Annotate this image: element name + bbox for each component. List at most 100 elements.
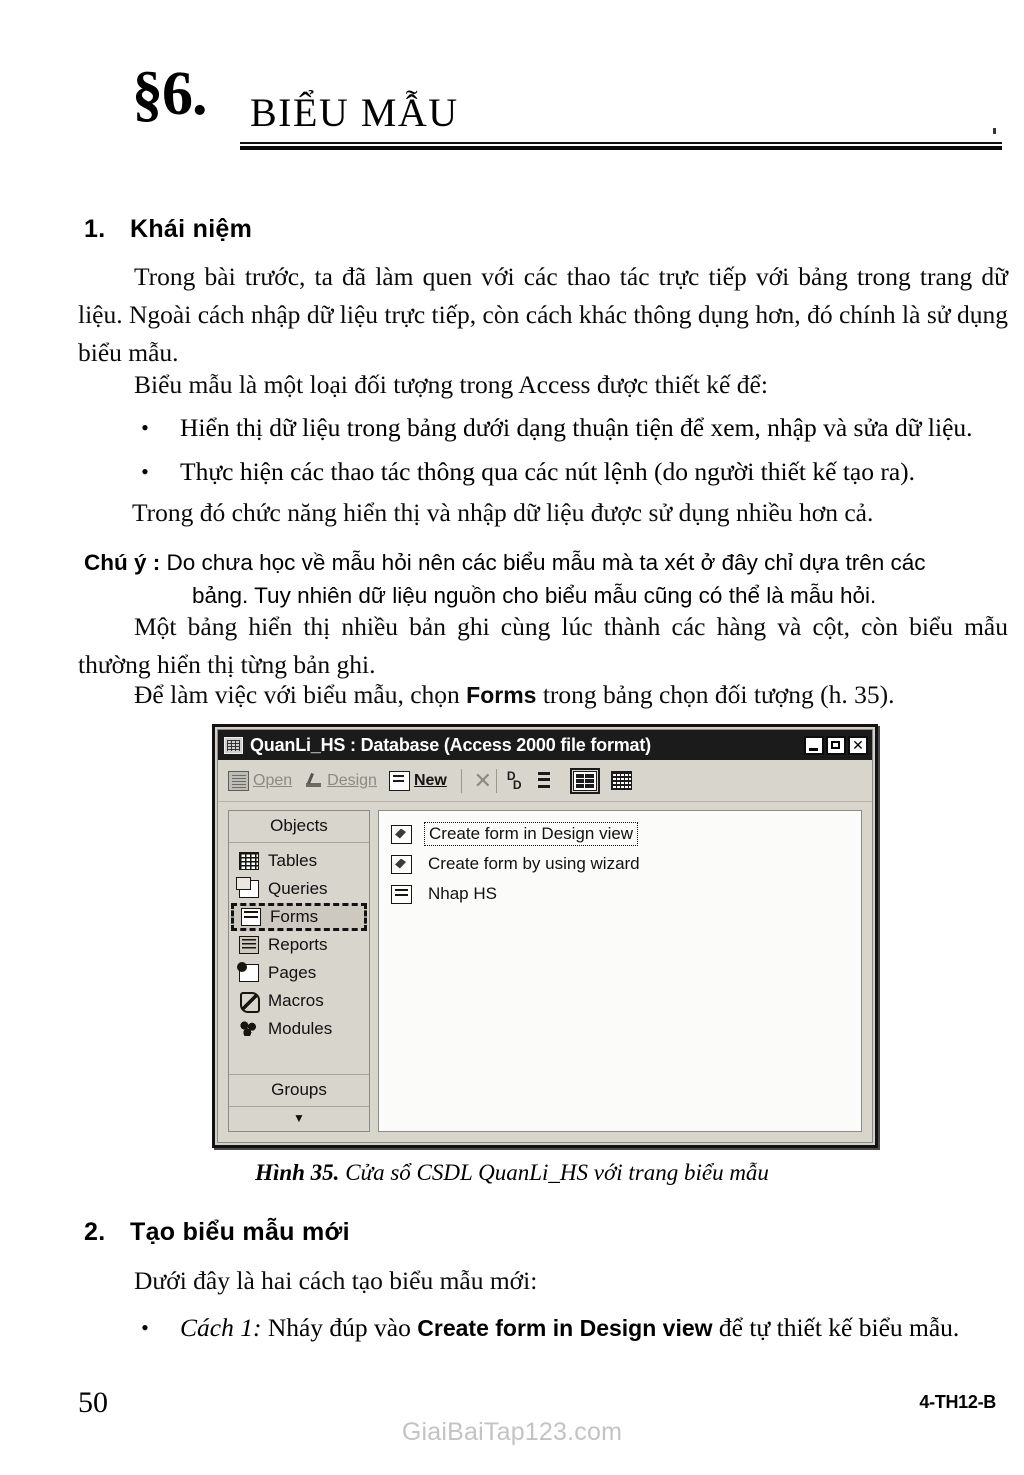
section-1-bullet-2: Thực hiện các thao tác thông qua các nút…: [180, 457, 916, 486]
objects-pane-header: Objects: [229, 811, 369, 843]
forms-keyword: Forms: [466, 682, 537, 708]
toolbar-separator: [495, 768, 497, 793]
macros-icon: [239, 992, 260, 1013]
toolbar-new-button[interactable]: New: [388, 770, 447, 791]
details-view-icon[interactable]: [610, 771, 632, 790]
pages-icon: [237, 962, 259, 982]
maximize-icon[interactable]: [826, 735, 846, 755]
bullet-text-after: để tự thiết kế biểu mẫu.: [712, 1313, 960, 1342]
print-signature: 4-TH12-B: [919, 1392, 996, 1412]
section-1-paragraph-1: Trong bài trước, ta đã làm quen với các …: [78, 262, 1008, 367]
section-2-number: 2.: [84, 1218, 106, 1246]
note-block: Chú ý : Do chưa học về mẫu hỏi nên các b…: [84, 546, 1008, 612]
large-icons-icon[interactable]: DD: [507, 770, 526, 791]
section-2-bullet-1: Cách 1: Nháy đúp vào Create form in Desi…: [180, 1310, 1008, 1346]
note-label: Chú ý :: [84, 550, 161, 575]
sidebar-item-macros[interactable]: Macros: [229, 987, 369, 1015]
sidebar-item-label: Modules: [268, 1019, 333, 1038]
toolbar-design-label: Design: [327, 771, 377, 789]
toolbar-design-button[interactable]: Design: [304, 772, 377, 790]
objects-pane[interactable]: Objects Tables Queries Forms Reports Pag…: [228, 810, 370, 1132]
heading-double-rule: [240, 128, 1002, 150]
forms-icon: [241, 908, 261, 926]
list-item[interactable]: Create form in Design view: [385, 819, 855, 849]
bullet-icon: •: [141, 415, 149, 440]
database-toolbar[interactable]: Open Design New ✕ DD: [218, 760, 872, 802]
form-object-icon: [391, 884, 412, 904]
section-1-paragraph-5: Để làm việc với biểu mẫu, chọn Forms tro…: [78, 676, 1008, 714]
note-line-1: Do chưa học về mẫu hỏi nên các biểu mẫu …: [166, 550, 926, 575]
sidebar-item-label: Reports: [268, 935, 328, 954]
close-glyph: ✕: [852, 736, 864, 753]
sidebar-item-tables[interactable]: Tables: [229, 847, 369, 875]
p5-text-before: Để làm việc với biểu mẫu, chọn: [134, 680, 467, 709]
section-1-paragraph-2: Biểu mẫu là một loại đối tượng trong Acc…: [134, 370, 768, 399]
chapter-number: §6.: [132, 60, 207, 128]
margin-speck: [993, 128, 996, 134]
cach-1-label: Cách 1:: [180, 1313, 262, 1342]
page-number: 50: [78, 1386, 108, 1419]
window-inner-frame: QuanLi_HS : Database (Access 2000 file f…: [217, 729, 873, 1143]
section-2-title: Tạo biểu mẫu mới: [130, 1218, 350, 1246]
section-1-title: Khái niệm: [130, 215, 253, 243]
create-wizard-icon: [391, 854, 412, 874]
figure-caption: Hình 35. Cửa sổ CSDL QuanLi_HS với trang…: [0, 1160, 1024, 1186]
close-icon[interactable]: ✕: [848, 735, 868, 755]
chapter-title: BIỂU MẪU: [250, 90, 459, 135]
bullet-icon: •: [141, 459, 149, 484]
sidebar-item-pages[interactable]: Pages: [229, 959, 369, 987]
list-item[interactable]: Create form by using wizard: [385, 849, 855, 879]
create-form-keyword: Create form in Design view: [417, 1315, 713, 1341]
sidebar-item-label: Tables: [268, 851, 318, 870]
sidebar-item-queries[interactable]: Queries: [229, 875, 369, 903]
minimize-icon[interactable]: [804, 735, 824, 755]
section-1-paragraph-3: Trong đó chức năng hiển thị và nhập dữ l…: [132, 498, 874, 527]
sidebar-item-label: Forms: [270, 907, 319, 926]
delete-icon[interactable]: ✕: [472, 769, 494, 791]
list-item: • Hiển thị dữ liệu trong bảng dưới dạng …: [132, 410, 1008, 446]
section-2-paragraph-1: Dưới đây là hai cách tạo biểu mẫu mới:: [134, 1266, 538, 1295]
watermark: GiaiBaiTap123.com: [401, 1418, 623, 1446]
list-item: • Thực hiện các thao tác thông qua các n…: [132, 454, 1008, 490]
sidebar-item-modules[interactable]: Modules: [229, 1015, 369, 1043]
toolbar-open-label: Open: [253, 771, 293, 789]
p5-text-after: trong bảng chọn đối tượng (h. 35).: [536, 680, 895, 709]
window-body: Objects Tables Queries Forms Reports Pag…: [218, 802, 872, 1142]
modules-icon: [239, 1020, 259, 1038]
new-icon: [388, 770, 410, 791]
window-titlebar[interactable]: QuanLi_HS : Database (Access 2000 file f…: [218, 730, 872, 760]
list-view-icon[interactable]: [569, 767, 600, 794]
queries-icon: [236, 877, 259, 898]
list-item-label: Create form in Design view: [424, 822, 639, 846]
tables-icon: [239, 852, 259, 870]
list-item-label: Nhap HS: [428, 884, 497, 903]
list-item: • Cách 1: Nháy đúp vào Create form in De…: [132, 1310, 1008, 1346]
rule-thick: [240, 146, 1002, 150]
database-window-icon: [224, 736, 243, 754]
section-1-bullet-1: Hiển thị dữ liệu trong bảng dưới dạng th…: [180, 413, 973, 442]
create-design-icon: [391, 824, 412, 844]
figure-caption-number: Hình 35.: [255, 1160, 340, 1185]
objects-content-list[interactable]: Create form in Design view Create form b…: [378, 810, 862, 1132]
window-controls: ✕: [804, 735, 868, 755]
small-icons-icon[interactable]: [537, 771, 557, 790]
sidebar-item-forms[interactable]: Forms: [231, 903, 367, 931]
section-1-paragraph-4: Một bảng hiển thị nhiều bản ghi cùng lúc…: [78, 612, 1008, 679]
sidebar-item-label: Macros: [268, 991, 324, 1010]
section-1-heading: 1. Khái niệm: [84, 215, 252, 244]
chapter-heading: §6. BIỂU MẪU: [132, 58, 1012, 168]
sidebar-item-label: Pages: [268, 963, 317, 982]
access-database-window[interactable]: QuanLi_HS : Database (Access 2000 file f…: [212, 724, 878, 1148]
toolbar-open-button[interactable]: Open: [228, 770, 293, 791]
design-icon: [304, 772, 323, 790]
figure-caption-text: Cửa sổ CSDL QuanLi_HS với trang biểu mẫu: [339, 1160, 769, 1185]
bullet-icon: •: [141, 1315, 149, 1340]
window-title: QuanLi_HS : Database (Access 2000 file f…: [250, 734, 651, 755]
chevron-down-icon[interactable]: ▼: [229, 1106, 369, 1131]
page-canvas: §6. BIỂU MẪU 1. Khái niệm Trong bài trước…: [0, 0, 1024, 1475]
sidebar-item-reports[interactable]: Reports: [229, 931, 369, 959]
sidebar-item-label: Queries: [268, 879, 328, 898]
open-icon: [228, 770, 249, 791]
list-item[interactable]: Nhap HS: [385, 879, 855, 909]
groups-header[interactable]: Groups: [229, 1074, 369, 1106]
